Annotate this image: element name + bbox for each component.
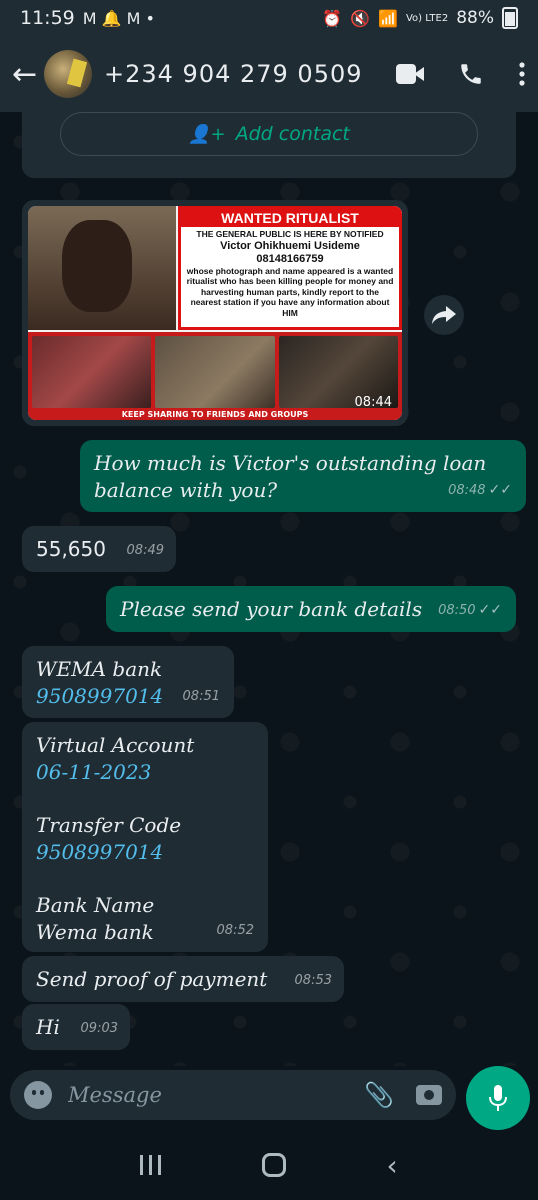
mic-button[interactable] — [466, 1066, 530, 1130]
status-bar: 11:59 M 🔔 M • ⏰ 🔇 📶 Vo) LTE2 88% — [0, 0, 538, 36]
message-text: How much is Victor's outstanding loan ba… — [94, 451, 487, 502]
message-time: 08:48 — [448, 483, 486, 498]
status-time: 11:59 — [20, 7, 75, 29]
poster-text: whose photograph and name appeared is a … — [186, 265, 394, 318]
message-text: 55,650 — [36, 537, 106, 561]
back-icon[interactable]: ‹ — [386, 1149, 397, 1182]
poster-name: Victor Ohikhuemi Usideme — [220, 239, 360, 252]
bank-name-label: Bank Name — [36, 893, 155, 917]
message-time: 08:52 — [216, 923, 254, 938]
read-ticks-icon: ✓✓ — [488, 482, 512, 498]
contact-name[interactable]: +234 904 279 0509 — [104, 60, 363, 88]
image-message[interactable]: WANTED RITUALIST THE GENERAL PUBLIC IS H… — [22, 200, 408, 426]
poster-title: WANTED RITUALIST — [181, 209, 399, 227]
recent-apps-icon[interactable] — [140, 1155, 162, 1175]
battery-icon — [502, 7, 518, 29]
poster-footer: KEEP SHARING TO FRIENDS AND GROUPS — [28, 410, 402, 420]
message-bubble-in[interactable]: Virtual Account 06-11-2023 Transfer Code… — [22, 722, 268, 952]
phone-call-icon[interactable] — [458, 61, 484, 87]
message-time: 08:44 — [354, 395, 392, 410]
add-contact-button[interactable]: 👤+ Add contact — [60, 112, 478, 156]
home-icon[interactable] — [261, 1153, 286, 1177]
back-arrow-icon[interactable]: ← — [12, 57, 40, 92]
phone-number-link[interactable]: 9508997014 — [36, 839, 254, 866]
virtual-account-label: Virtual Account — [36, 733, 195, 757]
forward-icon — [432, 306, 456, 324]
poster-text-panel: WANTED RITUALIST THE GENERAL PUBLIC IS H… — [178, 206, 402, 330]
message-bubble-out[interactable]: Please send your bank details 08:50 ✓✓ — [106, 586, 516, 632]
message-bubble-in[interactable]: Hi 09:03 — [22, 1004, 130, 1050]
chat-header: ← +234 904 279 0509 — [0, 36, 538, 112]
notification-icons: M 🔔 M • — [82, 8, 155, 28]
emoji-icon[interactable] — [24, 1081, 52, 1109]
alarm-icon: ⏰ — [322, 8, 343, 28]
add-contact-label: Add contact — [235, 123, 350, 145]
read-ticks-icon: ✓✓ — [478, 602, 502, 618]
message-bubble-in[interactable]: 55,650 08:49 — [22, 526, 176, 572]
poster-line1: THE GENERAL PUBLIC IS HERE BY NOTIFIED — [196, 229, 384, 239]
message-bubble-in[interactable]: WEMA bank 9508997014 08:51 — [22, 646, 234, 718]
mute-icon: 🔇 — [350, 8, 371, 28]
more-options-icon[interactable] — [518, 61, 526, 87]
wanted-poster-image[interactable]: WANTED RITUALIST THE GENERAL PUBLIC IS H… — [28, 206, 402, 420]
poster-photo — [28, 206, 176, 330]
message-bubble-out[interactable]: How much is Victor's outstanding loan ba… — [80, 440, 526, 512]
message-time: 08:53 — [294, 973, 332, 988]
mic-icon — [489, 1085, 507, 1111]
poster-photo-strip — [28, 332, 402, 412]
avatar[interactable] — [44, 50, 92, 98]
message-input[interactable] — [68, 1083, 343, 1107]
message-text: Hi — [36, 1015, 60, 1039]
wifi-icon: 📶 — [378, 8, 398, 28]
message-time: 09:03 — [80, 1021, 118, 1036]
message-time: 08:49 — [126, 543, 164, 558]
forward-button[interactable] — [424, 295, 464, 335]
battery-percent: 88% — [456, 8, 494, 28]
add-person-icon: 👤+ — [188, 123, 226, 145]
message-bubble-in[interactable]: Send proof of payment 08:53 — [22, 956, 344, 1002]
chat-area[interactable]: 👤+ Add contact WANTED RITUALIST THE GENE… — [0, 112, 538, 1066]
date-link[interactable]: 06-11-2023 — [36, 759, 254, 786]
attach-icon[interactable]: 📎 — [364, 1081, 394, 1109]
message-time: 08:50 — [438, 603, 476, 618]
video-call-icon[interactable] — [396, 64, 424, 84]
message-text: Please send your bank details — [120, 597, 423, 621]
network-label: Vo) LTE2 — [405, 12, 449, 24]
message-time: 08:51 — [182, 689, 220, 704]
add-contact-card: 👤+ Add contact — [22, 112, 516, 178]
poster-phone: 08148166759 — [256, 252, 324, 265]
system-nav-bar: ‹ — [0, 1130, 538, 1200]
message-input-bar: 📎 — [10, 1070, 456, 1120]
camera-icon[interactable] — [416, 1085, 442, 1105]
message-text: Send proof of payment — [36, 967, 268, 991]
transfer-code-label: Transfer Code — [36, 813, 182, 837]
bank-name-text: WEMA bank — [36, 657, 163, 681]
